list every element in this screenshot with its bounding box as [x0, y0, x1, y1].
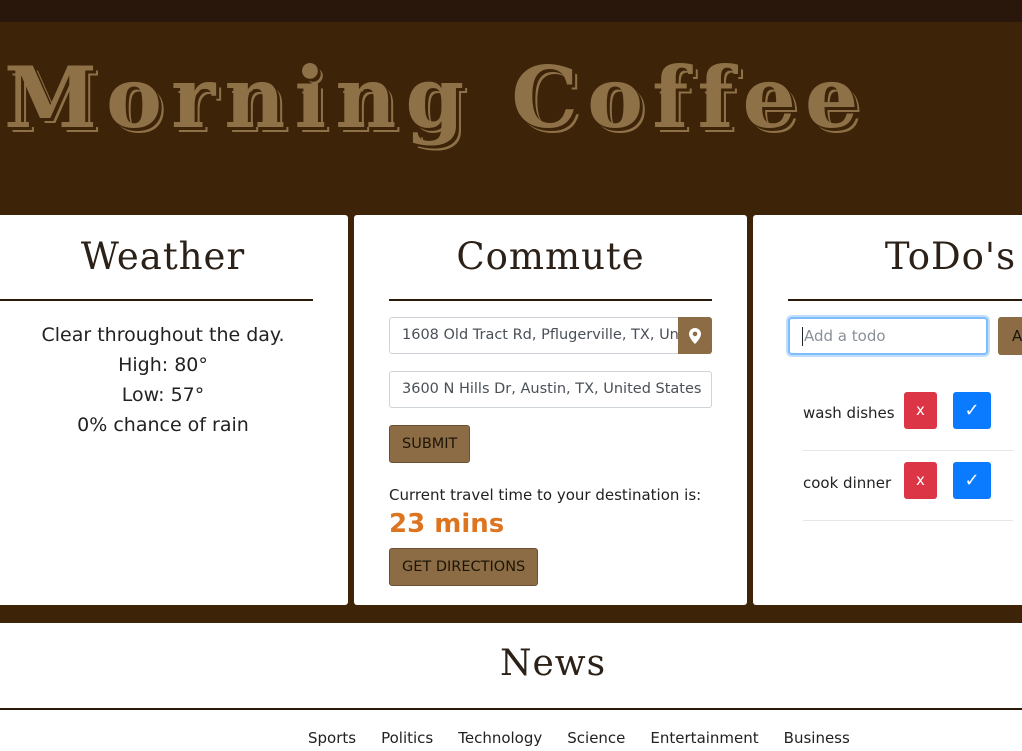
news-tab-sports[interactable]: Sports: [308, 729, 356, 747]
commute-divider: [389, 299, 712, 301]
todo-card: ToDo's Add a todo Add wash dishes x ✓ co…: [753, 215, 1022, 605]
todo-input[interactable]: Add a todo: [788, 317, 988, 355]
destination-input[interactable]: 3600 N Hills Dr, Austin, TX, United Stat…: [389, 371, 712, 408]
news-tab-business[interactable]: Business: [784, 729, 850, 747]
todo-text: wash dishes: [803, 404, 895, 422]
todo-title: ToDo's: [884, 235, 1017, 278]
travel-time-value: 23 mins: [389, 509, 505, 539]
top-bar: [0, 0, 1022, 22]
weather-title: Weather: [80, 235, 246, 278]
delete-todo-button[interactable]: x: [904, 392, 937, 429]
todo-text: cook dinner: [803, 474, 892, 492]
submit-button[interactable]: SUBMIT: [389, 425, 471, 463]
commute-card: Commute 1608 Old Tract Rd, Pflugerville,…: [354, 215, 747, 605]
todo-input-placeholder: Add a todo: [804, 327, 886, 345]
news-divider: [0, 708, 1022, 710]
weather-divider: [0, 299, 313, 301]
news-section: News Sports Politics Technology Science …: [0, 623, 1022, 751]
todo-item: wash dishes x ✓: [803, 382, 1013, 451]
news-tabs: Sports Politics Technology Science Enter…: [308, 729, 850, 747]
weather-low: Low: 57°: [121, 384, 205, 406]
origin-input[interactable]: 1608 Old Tract Rd, Pflugerville, TX, Uni…: [389, 317, 679, 354]
news-tab-entertainment[interactable]: Entertainment: [650, 729, 758, 747]
commute-title: Commute: [456, 235, 645, 278]
complete-todo-button[interactable]: ✓: [953, 392, 991, 429]
add-todo-button[interactable]: Add: [998, 317, 1022, 355]
weather-summary: Clear throughout the day.: [41, 324, 285, 346]
map-marker-icon: [689, 327, 701, 344]
todo-divider: [788, 299, 1022, 301]
news-tab-science[interactable]: Science: [567, 729, 625, 747]
todo-item: cook dinner x ✓: [803, 452, 1013, 521]
travel-time-label: Current travel time to your destination …: [389, 486, 702, 504]
news-title: News: [499, 643, 607, 684]
hero-banner: Morning Coffee: [0, 22, 1022, 214]
weather-rain-chance: 0% chance of rain: [77, 414, 249, 436]
weather-high: High: 80°: [118, 354, 208, 376]
weather-card: Weather Clear throughout the day. High: …: [0, 215, 348, 605]
weather-details: Clear throughout the day. High: 80° Low:…: [0, 320, 326, 440]
text-cursor: [802, 327, 803, 346]
get-directions-button[interactable]: GET DIRECTIONS: [389, 548, 539, 586]
app-title: Morning Coffee: [4, 48, 868, 147]
news-tab-technology[interactable]: Technology: [458, 729, 542, 747]
news-tab-politics[interactable]: Politics: [381, 729, 433, 747]
locate-button[interactable]: [678, 317, 712, 354]
delete-todo-button[interactable]: x: [904, 462, 937, 499]
complete-todo-button[interactable]: ✓: [953, 462, 991, 499]
